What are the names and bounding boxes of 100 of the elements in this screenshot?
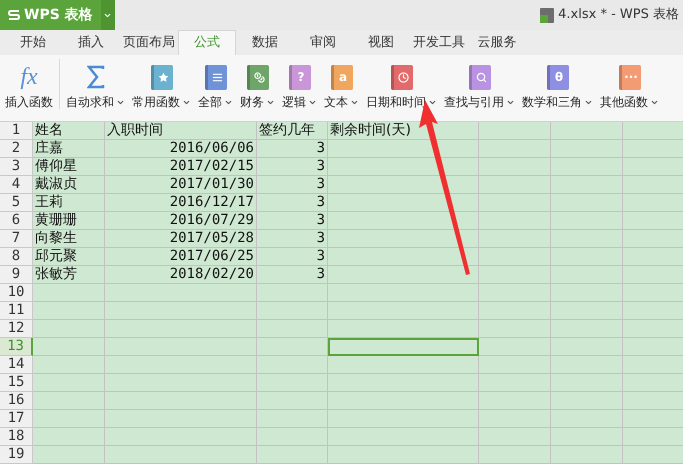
table-cell[interactable] [105, 284, 257, 302]
table-cell[interactable]: 3 [257, 248, 328, 266]
table-cell[interactable] [479, 428, 551, 446]
table-cell[interactable] [33, 374, 105, 392]
table-cell[interactable] [328, 320, 479, 338]
table-cell[interactable] [33, 302, 105, 320]
table-cell[interactable] [257, 320, 328, 338]
ribbon-button[interactable]: ··· 其他函数 [597, 59, 662, 113]
table-cell[interactable] [105, 428, 257, 446]
row-header[interactable]: 7 [0, 230, 33, 248]
table-cell[interactable] [479, 158, 551, 176]
row-header[interactable]: 9 [0, 266, 33, 284]
table-cell[interactable]: 邱元聚 [33, 248, 105, 266]
table-cell[interactable] [551, 356, 623, 374]
table-cell[interactable] [33, 338, 105, 356]
table-cell[interactable] [551, 230, 623, 248]
ribbon-button[interactable]: θ 数学和三角 [519, 59, 596, 113]
table-cell[interactable] [257, 302, 328, 320]
table-cell[interactable] [479, 446, 551, 464]
table-cell[interactable] [328, 446, 479, 464]
table-cell[interactable]: 2017/05/28 [105, 230, 257, 248]
table-cell[interactable] [105, 410, 257, 428]
row-header[interactable]: 16 [0, 392, 33, 410]
row-header[interactable]: 17 [0, 410, 33, 428]
table-cell[interactable]: 庄嘉 [33, 140, 105, 158]
table-cell[interactable] [479, 194, 551, 212]
table-cell[interactable] [551, 410, 623, 428]
table-cell[interactable] [33, 446, 105, 464]
table-cell[interactable]: 2016/06/06 [105, 140, 257, 158]
table-cell[interactable] [551, 122, 623, 140]
table-cell[interactable]: 向黎生 [33, 230, 105, 248]
table-cell[interactable]: 3 [257, 158, 328, 176]
table-cell[interactable] [479, 356, 551, 374]
table-cell[interactable]: 2016/12/17 [105, 194, 257, 212]
table-cell[interactable]: 2016/07/29 [105, 212, 257, 230]
table-cell[interactable] [479, 140, 551, 158]
table-cell[interactable] [328, 284, 479, 302]
table-cell[interactable] [33, 392, 105, 410]
row-header[interactable]: 19 [0, 446, 33, 464]
table-cell[interactable] [551, 212, 623, 230]
ribbon-tab[interactable]: 审阅 [294, 30, 352, 55]
app-dropdown-button[interactable] [100, 0, 115, 30]
table-cell[interactable] [257, 284, 328, 302]
table-cell[interactable]: 张敏芳 [33, 266, 105, 284]
ribbon-tab[interactable]: 页面布局 [120, 30, 178, 55]
table-cell[interactable] [328, 338, 479, 356]
ribbon-button[interactable]: 自动求和 [63, 59, 128, 113]
table-cell[interactable] [328, 302, 479, 320]
table-cell[interactable] [33, 428, 105, 446]
table-cell[interactable] [551, 446, 623, 464]
table-cell[interactable] [257, 338, 328, 356]
row-header[interactable]: 14 [0, 356, 33, 374]
table-cell[interactable] [479, 410, 551, 428]
table-cell[interactable] [105, 446, 257, 464]
table-cell[interactable]: 3 [257, 266, 328, 284]
table-cell[interactable] [551, 302, 623, 320]
ribbon-tab[interactable]: 开始 [4, 30, 62, 55]
table-cell[interactable] [328, 374, 479, 392]
table-cell[interactable] [105, 302, 257, 320]
ribbon-button[interactable]: 全部 [195, 59, 236, 113]
table-cell[interactable] [551, 284, 623, 302]
table-cell[interactable] [479, 320, 551, 338]
table-cell[interactable] [551, 266, 623, 284]
ribbon-tab[interactable]: 公式 [178, 30, 236, 55]
table-cell[interactable]: 黄珊珊 [33, 212, 105, 230]
table-cell[interactable] [479, 212, 551, 230]
table-cell[interactable] [257, 410, 328, 428]
table-cell[interactable]: 入职时间 [105, 122, 257, 140]
row-header[interactable]: 1 [0, 122, 33, 140]
ribbon-button[interactable]: 财务 [237, 59, 278, 113]
table-cell[interactable] [257, 356, 328, 374]
table-cell[interactable] [479, 230, 551, 248]
table-cell[interactable] [257, 392, 328, 410]
row-header[interactable]: 4 [0, 176, 33, 194]
table-cell[interactable] [105, 338, 257, 356]
table-cell[interactable] [479, 284, 551, 302]
table-cell[interactable] [328, 392, 479, 410]
row-header[interactable]: 12 [0, 320, 33, 338]
table-cell[interactable] [551, 338, 623, 356]
row-header[interactable]: 10 [0, 284, 33, 302]
table-cell[interactable] [551, 158, 623, 176]
table-cell[interactable] [33, 284, 105, 302]
ribbon-tab[interactable]: 开发工具 [410, 30, 468, 55]
table-cell[interactable]: 2017/02/15 [105, 158, 257, 176]
table-cell[interactable] [479, 392, 551, 410]
ribbon-button[interactable]: 常用函数 [129, 59, 194, 113]
table-cell[interactable]: 2017/01/30 [105, 176, 257, 194]
table-cell[interactable]: 签约几年 [257, 122, 328, 140]
table-cell[interactable]: 戴淑贞 [33, 176, 105, 194]
table-cell[interactable] [257, 446, 328, 464]
table-cell[interactable] [257, 374, 328, 392]
table-cell[interactable] [33, 410, 105, 428]
table-cell[interactable] [551, 392, 623, 410]
table-cell[interactable] [551, 374, 623, 392]
table-cell[interactable] [551, 320, 623, 338]
table-cell[interactable]: 3 [257, 212, 328, 230]
table-cell[interactable] [257, 428, 328, 446]
ribbon-tab[interactable]: 数据 [236, 30, 294, 55]
table-cell[interactable] [33, 356, 105, 374]
table-cell[interactable] [479, 338, 551, 356]
